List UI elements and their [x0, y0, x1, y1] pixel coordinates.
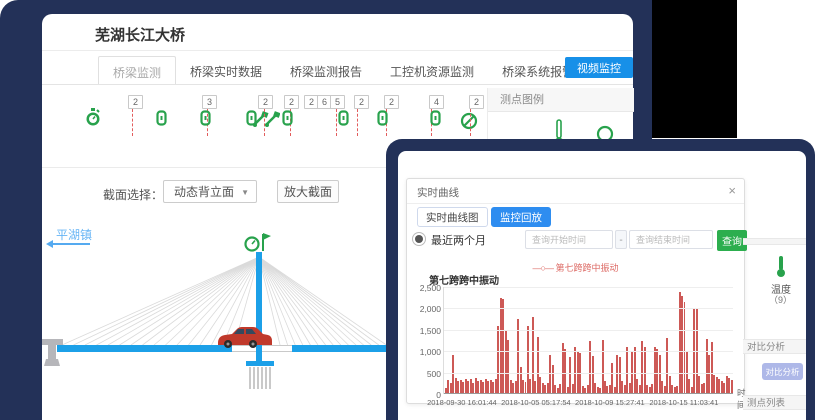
sensor-dashed-line	[470, 109, 471, 136]
legend-label: 第七跨跨中振动	[555, 263, 618, 273]
sensor-count-badge: 2	[284, 95, 299, 109]
compare-analysis-button[interactable]: 对比分析	[762, 363, 803, 380]
chain-sensor-icon[interactable]	[200, 110, 211, 131]
y-tick-label: 500	[427, 369, 441, 379]
query-start-time-input[interactable]	[525, 230, 613, 249]
section-select-value: 动态背立面	[174, 185, 234, 199]
section-select[interactable]: 动态背立面 ▼	[163, 180, 257, 203]
legend-panel-title: 测点图例	[488, 88, 634, 112]
y-tick-label: 2,500	[420, 283, 441, 293]
vibration-chart: 2,5002,0001,5001,00050002018-09-30 16:01…	[443, 287, 733, 394]
tab-realtime-view[interactable]: 实时曲线图	[417, 207, 488, 227]
x-tick-label: 2018-10-09 15:27:41	[575, 398, 645, 407]
chart-bars	[445, 287, 733, 394]
range-separator: -	[615, 230, 627, 249]
query-end-time-input[interactable]	[629, 230, 713, 249]
direction-arrow	[52, 243, 90, 245]
enlarge-section-button[interactable]: 放大截面	[277, 180, 339, 203]
chain-sensor-icon[interactable]	[430, 110, 441, 131]
sensor-count-badge: 5	[330, 95, 345, 109]
x-tick-label: 2018-10-05 05:17:54	[501, 398, 571, 407]
sensor-count-badge: 2	[128, 95, 143, 109]
background-black-region	[652, 0, 737, 138]
y-tick-label: 2,000	[420, 304, 441, 314]
chain-sensor-icon[interactable]	[156, 110, 167, 131]
chain-sensor-icon[interactable]	[377, 110, 388, 131]
x-tick-label: 2018-10-15 11:03:41	[649, 398, 718, 407]
sensor-dashed-line	[264, 109, 265, 136]
chain-sensor-icon[interactable]	[246, 110, 257, 131]
sensor-count-badge: 2	[354, 95, 369, 109]
x-tick-label: 2018-09-30 16:01:44	[427, 398, 497, 407]
y-tick-label: 1,500	[420, 326, 441, 336]
gridline	[444, 308, 733, 309]
popup-right-panel: 温度 （9） 对比分析 对比分析 测点列表	[743, 151, 806, 420]
point-list-section-header: 测点列表	[743, 395, 806, 410]
close-icon[interactable]: ×	[728, 183, 736, 198]
sensor-count-badge: 3	[202, 95, 217, 109]
radio-label: 最近两个月	[431, 232, 486, 248]
temperature-count: （9）	[769, 293, 792, 306]
compare-section-header: 对比分析	[743, 339, 806, 354]
sensor-count-badge: 2	[469, 95, 484, 109]
prohibition-icon[interactable]	[460, 112, 478, 130]
tab-playback[interactable]: 监控回放	[491, 207, 551, 227]
realtime-curve-dialog: 实时曲线 × 实时曲线图 监控回放 最近两个月 - 查询 —○— 第七跨跨中振动…	[406, 178, 745, 404]
sensor-dashed-line	[336, 109, 337, 136]
right-panel-divider	[743, 238, 806, 245]
thermometer-icon[interactable]	[775, 255, 787, 279]
chain-sensor-icon[interactable]	[282, 110, 293, 131]
gridline	[444, 287, 733, 288]
sensor-count-badge: 4	[429, 95, 444, 109]
chevron-down-icon: ▼	[241, 181, 249, 204]
gridline	[444, 373, 733, 374]
chart-bar	[731, 380, 733, 394]
sensor-dashed-line	[357, 109, 358, 136]
stopwatch-icon[interactable]	[84, 107, 102, 127]
dialog-title: 实时曲线	[417, 185, 459, 200]
sensor-count-badge: 2	[258, 95, 273, 109]
direction-label: 平湖镇	[56, 226, 92, 243]
gridline	[444, 330, 733, 331]
section-select-label: 截面选择：	[103, 186, 163, 203]
popup-window: 实时曲线 × 实时曲线图 监控回放 最近两个月 - 查询 —○— 第七跨跨中振动…	[398, 151, 806, 420]
desktop: 芜湖长江大桥 桥梁监测桥梁实时数据桥梁监测报告工控机资源监测桥梁系统报警 视频监…	[0, 0, 815, 420]
sensor-count-badge: 2	[384, 95, 399, 109]
direction-arrow-head	[46, 240, 53, 248]
x-axis-line	[444, 393, 733, 394]
gridline	[444, 351, 733, 352]
legend-marker-icon: —○—	[533, 263, 553, 273]
sensor-dashed-line	[132, 109, 133, 136]
chain-sensor-icon[interactable]	[338, 110, 349, 131]
y-tick-label: 1,000	[420, 347, 441, 357]
radio-last-two-months[interactable]	[415, 235, 423, 243]
